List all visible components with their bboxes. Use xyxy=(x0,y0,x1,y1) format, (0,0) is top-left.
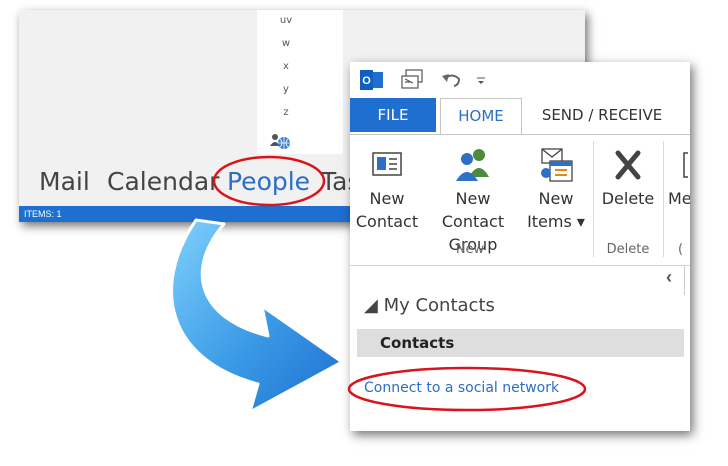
contact-group-icon xyxy=(456,149,489,181)
ribbon: New Contact New Contact Group New Items … xyxy=(350,134,690,266)
new-contact-group-button[interactable]: New Contact Group xyxy=(422,143,524,256)
group-delete-label: Delete xyxy=(606,242,650,257)
new-contact-button[interactable]: New Contact xyxy=(352,143,422,233)
new-contact-label-2: Contact xyxy=(355,212,419,231)
move-icon xyxy=(683,152,688,178)
new-items-icon xyxy=(541,148,573,182)
folder-pane-header: ‹ xyxy=(350,265,690,295)
delete-x-icon xyxy=(615,150,641,180)
new-items-label-1: New xyxy=(538,189,574,208)
connect-social-network-link[interactable]: Connect to a social network xyxy=(364,380,559,396)
my-contacts-header[interactable]: ◢ My Contacts xyxy=(364,295,495,316)
new-items-button[interactable]: New Items ▾ xyxy=(524,143,588,233)
move-button-partial[interactable]: Me xyxy=(668,143,690,210)
delete-button[interactable]: Delete xyxy=(596,143,660,210)
foreground-outlook-window: O FILE HOME SEND / RECEIVE New Contact N… xyxy=(350,62,690,431)
tab-send-receive[interactable]: SEND / RECEIVE xyxy=(532,98,672,132)
collapse-pane-icon[interactable]: ‹ xyxy=(666,267,672,288)
move-label-partial: Me xyxy=(668,189,690,208)
new-contact-group-label-1: New Contact xyxy=(441,189,505,231)
ribbon-tabs: FILE HOME SEND / RECEIVE xyxy=(350,98,690,135)
outlook-icon-letter: O xyxy=(362,75,371,87)
contact-card-icon xyxy=(372,152,402,176)
pane-border xyxy=(684,265,685,295)
group-partial-label: ( xyxy=(678,242,684,257)
group-new-label: New xyxy=(455,242,485,257)
contacts-folder-label: Contacts xyxy=(380,334,455,352)
tab-home[interactable]: HOME xyxy=(440,98,522,135)
new-contact-label-1: New xyxy=(369,189,405,208)
undo-icon[interactable] xyxy=(440,71,462,89)
delete-label: Delete xyxy=(601,189,655,208)
qat-dropdown-icon[interactable] xyxy=(476,76,486,86)
send-receive-icon[interactable] xyxy=(400,68,424,92)
quick-access-toolbar: O xyxy=(350,62,690,98)
contacts-folder[interactable]: Contacts xyxy=(357,329,684,357)
group-separator xyxy=(593,141,594,257)
outlook-icon[interactable]: O xyxy=(360,69,384,91)
group-separator xyxy=(663,141,664,257)
new-items-label-2: Items ▾ xyxy=(527,212,585,231)
tab-file[interactable]: FILE xyxy=(350,98,436,132)
